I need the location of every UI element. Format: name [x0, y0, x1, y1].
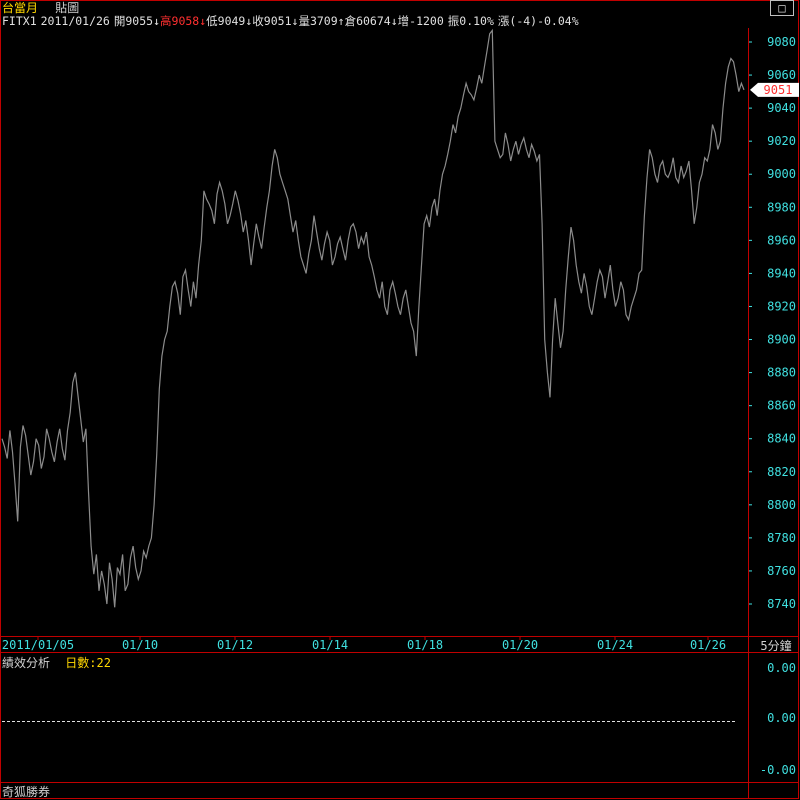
volume-value: 3709 — [309, 14, 338, 28]
window-title: 台當月 — [2, 1, 39, 15]
performance-label: 績效分析 — [2, 656, 51, 670]
close-button[interactable]: □ — [770, 0, 794, 16]
footer-brand: 奇狐勝券 — [2, 785, 51, 799]
performance-header: 績效分析 日數:22 — [2, 654, 111, 671]
outer-border — [0, 0, 799, 799]
performance-tick-label: 0.00 — [767, 711, 796, 725]
y-tick-label: 8820 — [767, 465, 796, 479]
volume-label: 量 — [298, 14, 310, 28]
last-price-marker: 9051 — [750, 82, 799, 97]
interval-label: 5分鐘 — [760, 638, 791, 653]
chart-frame: 8740 8760 8780 8800 8820 8840 8860 8880 8900 8920… — [0, 0, 799, 799]
open-label: 開 — [113, 14, 126, 28]
y-tick-label: 8900 — [767, 333, 796, 347]
open-interest-value: 60674 — [356, 14, 391, 28]
y-tick-label: 9000 — [767, 167, 796, 181]
x-tick-label: 01/14 — [312, 638, 348, 652]
mode-label[interactable]: 貼圖 — [55, 1, 79, 15]
quote-bar: FITX1 2011/01/26 開9055↓高9058↓低9049↓收9051↓量… — [2, 14, 579, 28]
price-series-line — [1, 28, 745, 608]
x-tick-label: 01/10 — [122, 638, 158, 652]
y-tick-label: 9040 — [767, 101, 796, 115]
performance-tick-label: -0.00 — [760, 763, 796, 777]
quote-date: 2011/01/26 — [40, 14, 110, 28]
date-axis: 2011/01/05 01/10 01/12 01/14 01/18 01/20 01/24… — [2, 636, 726, 652]
close-label: 收 — [252, 14, 264, 28]
low-value: 9049 — [217, 14, 246, 28]
y-tick-label: 8740 — [767, 597, 796, 611]
x-tick-label: 01/18 — [407, 638, 443, 652]
y-tick-label: 8800 — [767, 498, 796, 512]
y-tick-label: 8760 — [767, 564, 796, 578]
high-label: 高 — [160, 14, 172, 28]
x-tick-label: 01/20 — [502, 638, 538, 652]
window-title-bar: 台當月 貼圖 — [2, 1, 79, 15]
last-price-label: 9051 — [764, 83, 793, 97]
price-axis: 8740 8760 8780 8800 8820 8840 8860 8880 8900 8920… — [749, 35, 796, 611]
down-arrow-icon: ↓ — [390, 14, 398, 28]
price-plot — [1, 28, 745, 608]
y-tick-label: 8920 — [767, 299, 796, 313]
change-value: (-4)-0.04% — [509, 14, 579, 28]
x-tick-label: 01/24 — [597, 638, 633, 652]
amplitude-value: 0.10% — [459, 14, 494, 28]
y-tick-label: 9020 — [767, 134, 796, 148]
low-label: 低 — [206, 14, 218, 28]
high-value: 9058 — [171, 14, 200, 28]
symbol: FITX1 — [2, 14, 37, 28]
days-count: 日數:22 — [65, 656, 111, 670]
y-tick-label: 8940 — [767, 266, 796, 280]
x-tick-label: 01/26 — [690, 638, 726, 652]
y-tick-label: 8840 — [767, 432, 796, 446]
y-tick-label: 8880 — [767, 366, 796, 380]
x-tick-label: 2011/01/05 — [2, 638, 74, 652]
y-tick-label: 8980 — [767, 200, 796, 214]
performance-axis: 0.00 0.00 -0.00 — [760, 661, 796, 777]
y-tick-label: 8960 — [767, 233, 796, 247]
y-tick-label: 9080 — [767, 35, 796, 49]
up-arrow-icon: ↑ — [337, 14, 345, 28]
x-tick-label: 01/12 — [217, 638, 253, 652]
oi-change-value: -1200 — [409, 14, 444, 28]
y-tick-label: 8860 — [767, 399, 796, 413]
amplitude-label: 振 — [447, 14, 460, 28]
open-interest-label: 倉 — [344, 14, 357, 28]
close-value: 9051 — [263, 14, 292, 28]
y-tick-label: 8780 — [767, 531, 796, 545]
performance-tick-label: 0.00 — [767, 661, 796, 675]
open-value: 9055 — [125, 14, 154, 28]
change-label: 漲 — [497, 14, 510, 28]
oi-change-label: 增 — [397, 14, 410, 28]
down-arrow-icon: ↓ — [153, 14, 161, 28]
y-tick-label: 9060 — [767, 68, 796, 82]
